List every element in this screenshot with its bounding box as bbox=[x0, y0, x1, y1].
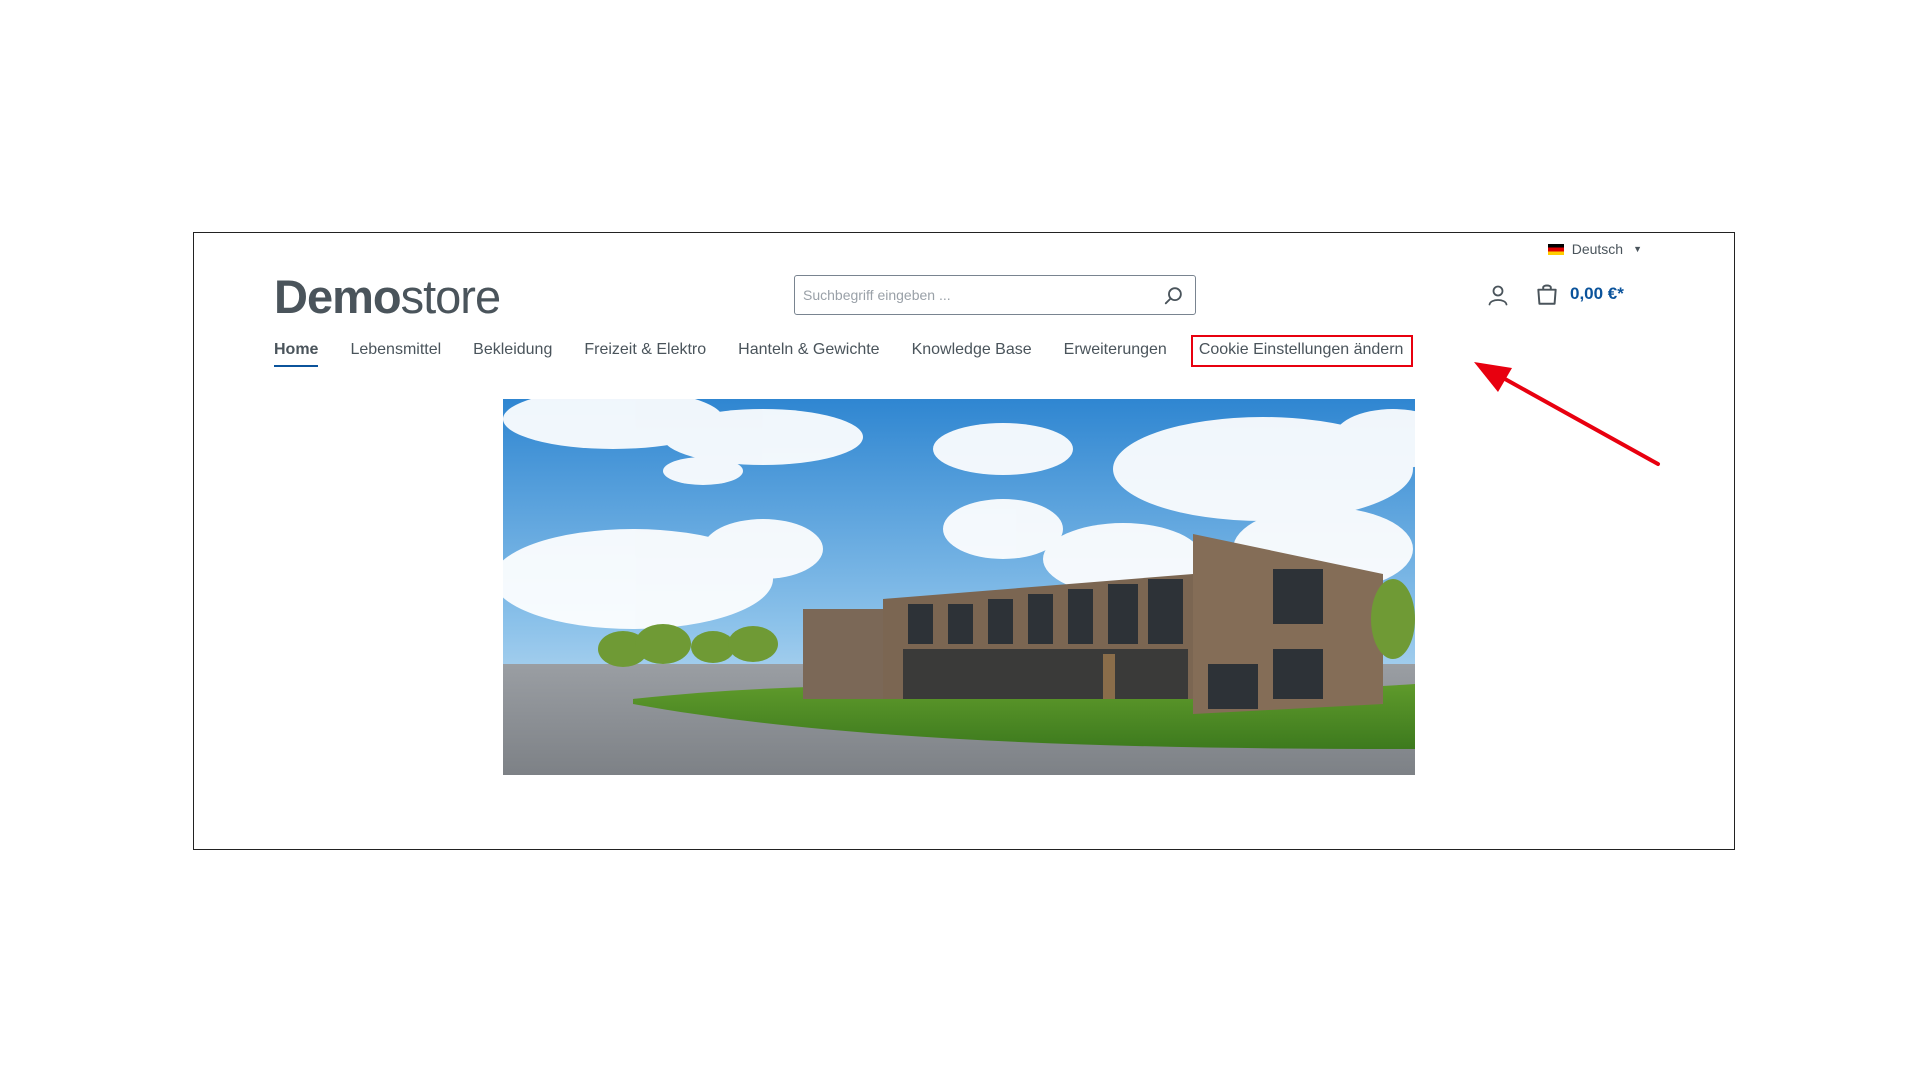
browser-frame: Deutsch ▼ Demostore 0,00 €* Home Lebensm… bbox=[193, 232, 1735, 850]
search-icon bbox=[1164, 287, 1182, 305]
cart-bag-icon bbox=[1537, 284, 1557, 305]
hero-image bbox=[503, 399, 1415, 775]
nav-item-erweiterungen[interactable]: Erweiterungen bbox=[1064, 341, 1167, 367]
search-input[interactable] bbox=[795, 276, 1143, 314]
nav-item-knowledge-base[interactable]: Knowledge Base bbox=[912, 341, 1032, 367]
language-label: Deutsch bbox=[1571, 241, 1624, 257]
main-navigation: Home Lebensmittel Bekleidung Freizeit & … bbox=[274, 335, 1445, 367]
logo-light: store bbox=[400, 270, 501, 323]
caret-down-icon: ▼ bbox=[1633, 244, 1642, 254]
cart-total: 0,00 €* bbox=[1570, 284, 1624, 303]
store-logo[interactable]: Demostore bbox=[274, 269, 501, 324]
nav-item-freizeit-elektro[interactable]: Freizeit & Elektro bbox=[584, 341, 706, 367]
nav-item-hanteln-gewichte[interactable]: Hanteln & Gewichte bbox=[738, 341, 879, 367]
nav-item-lebensmittel[interactable]: Lebensmittel bbox=[350, 341, 441, 367]
logo-bold: Demo bbox=[274, 270, 402, 323]
nav-item-cookie-settings[interactable]: Cookie Einstellungen ändern bbox=[1190, 335, 1414, 367]
user-icon bbox=[1488, 285, 1508, 306]
flag-de-icon bbox=[1547, 243, 1564, 255]
account-button[interactable] bbox=[1486, 283, 1510, 307]
search-button[interactable] bbox=[1163, 285, 1185, 307]
nav-item-home[interactable]: Home bbox=[274, 341, 319, 367]
language-switcher[interactable]: Deutsch ▼ bbox=[1547, 241, 1642, 257]
cart-button[interactable]: 0,00 €* bbox=[1534, 281, 1624, 307]
nav-item-bekleidung[interactable]: Bekleidung bbox=[473, 341, 552, 367]
search-box bbox=[794, 275, 1196, 315]
annotation-arrow-icon bbox=[1474, 362, 1660, 466]
